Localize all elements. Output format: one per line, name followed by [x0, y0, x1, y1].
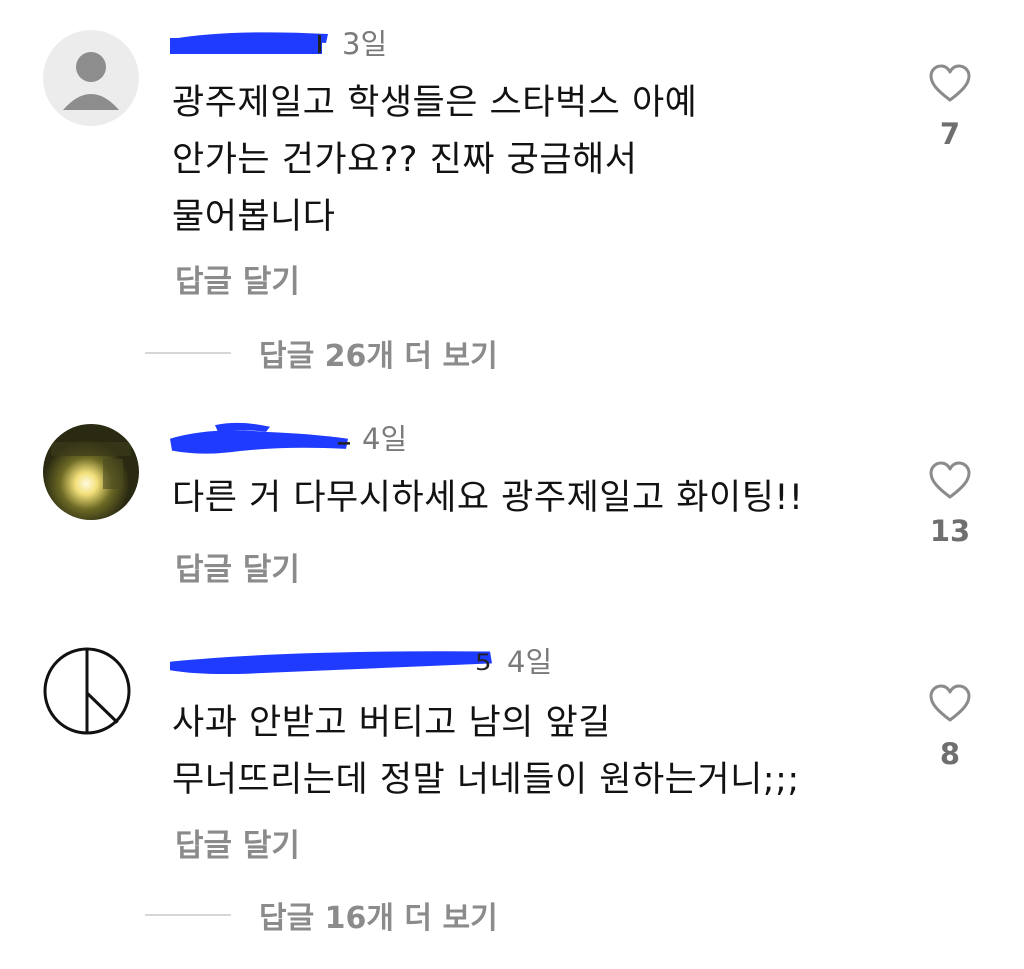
- heart-icon: [929, 64, 971, 102]
- divider-line: [145, 914, 231, 916]
- comment-timestamp: 3일: [342, 27, 388, 61]
- heart-icon: [929, 461, 971, 499]
- comment-text-line: 무너뜨리는데 정말 너네들이 원하는거니;;;: [172, 760, 800, 800]
- like-count: 7: [939, 117, 961, 151]
- comment-meta: 5 4일: [170, 640, 552, 680]
- view-more-replies-label: 답글 26개 더 보기: [259, 339, 498, 374]
- view-more-replies[interactable]: 답글 26개 더 보기: [145, 333, 498, 374]
- comment-meta: 3일: [170, 22, 387, 62]
- username-redacted[interactable]: [170, 420, 350, 454]
- like-count: 8: [939, 737, 961, 771]
- view-more-replies[interactable]: 답글 16개 더 보기: [145, 895, 498, 936]
- like-button[interactable]: 13: [920, 460, 980, 548]
- comment-text: 광주제일고 학생들은 스타벅스 아예 안가는 건가요?? 진짜 궁금해서 물어봅…: [172, 75, 892, 246]
- photo-avatar-image: [43, 424, 139, 520]
- default-person-icon: [43, 30, 139, 126]
- comment-timestamp: 4일: [362, 422, 408, 456]
- comment-text: 사과 안받고 버티고 남의 앞길 무너뜨리는데 정말 너네들이 원하는거니;;;: [172, 695, 892, 809]
- username-redacted[interactable]: [170, 25, 330, 59]
- divider-line: [145, 352, 231, 354]
- comment-text-line: 광주제일고 학생들은 스타벅스 아예: [172, 83, 698, 123]
- heart-icon: [929, 684, 971, 722]
- comment-text-line: 다른 거 다무시하세요 광주제일고 화이팅!!: [172, 478, 804, 518]
- username-redacted[interactable]: 5: [170, 643, 495, 677]
- svg-text:5: 5: [475, 650, 492, 676]
- comment-text-line: 안가는 건가요?? 진짜 궁금해서: [172, 140, 638, 180]
- comment-thread: 3일 광주제일고 학생들은 스타벅스 아예 안가는 건가요?? 진짜 궁금해서 …: [0, 0, 1024, 969]
- like-count: 13: [929, 514, 971, 548]
- view-more-replies-label: 답글 16개 더 보기: [259, 901, 498, 936]
- comment-meta: 4일: [170, 417, 407, 457]
- user-avatar[interactable]: [43, 30, 139, 126]
- comment-text-line: 사과 안받고 버티고 남의 앞길: [172, 703, 611, 743]
- reply-button[interactable]: 답글 달기: [175, 544, 300, 589]
- peace-symbol-icon: [43, 647, 131, 735]
- user-avatar[interactable]: [43, 647, 131, 735]
- like-button[interactable]: 7: [920, 63, 980, 151]
- reply-button[interactable]: 답글 달기: [175, 820, 300, 865]
- like-button[interactable]: 8: [920, 683, 980, 771]
- user-avatar[interactable]: [43, 424, 139, 520]
- comment-timestamp: 4일: [507, 645, 553, 679]
- reply-button[interactable]: 답글 달기: [175, 256, 300, 301]
- comment-text: 다른 거 다무시하세요 광주제일고 화이팅!!: [172, 470, 892, 527]
- comment-text-line: 물어봅니다: [172, 197, 336, 237]
